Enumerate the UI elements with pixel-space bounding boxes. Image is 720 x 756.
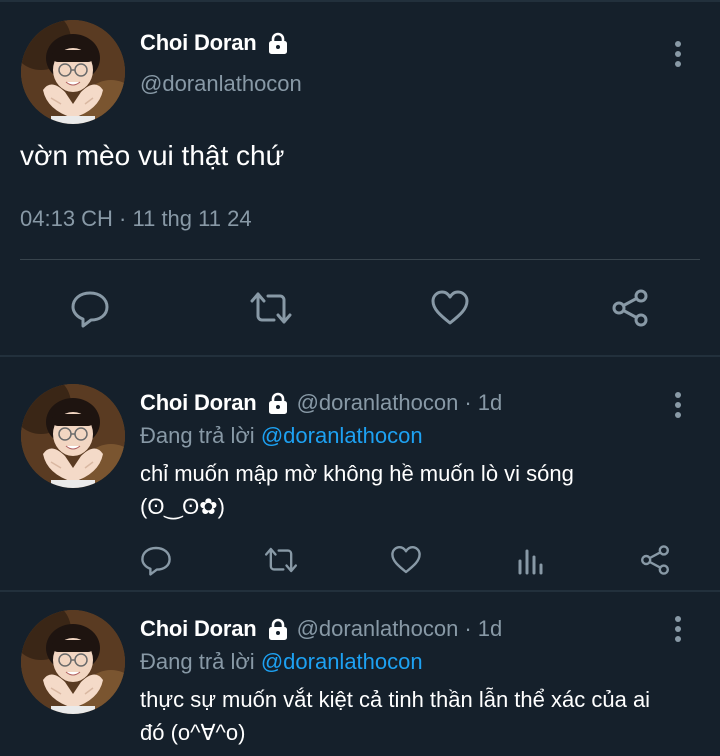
share-icon[interactable]: [610, 288, 650, 328]
lock-icon: [267, 618, 289, 640]
like-icon[interactable]: [430, 288, 470, 328]
replying-to: Đang trả lời @doranlathocon: [140, 649, 423, 675]
main-tweet: Choi Doran @doranlathocon vờn mèo vui th…: [0, 0, 720, 356]
reply-text: chỉ muốn mập mờ không hề muốn lò vi sóng…: [140, 457, 700, 523]
avatar[interactable]: [21, 610, 125, 714]
reply-tweet[interactable]: Choi Doran @doranlathocon · 1d Đang trả …: [0, 357, 720, 590]
replying-prefix: Đang trả lời: [140, 649, 255, 674]
action-bar: [0, 280, 720, 336]
author-handle[interactable]: @doranlathocon: [297, 390, 459, 416]
lock-icon: [267, 392, 289, 414]
reply-text-line: (ʘ‿ʘ✿): [140, 494, 225, 519]
author-name[interactable]: Choi Doran: [140, 30, 257, 56]
retweet-icon[interactable]: [263, 544, 299, 576]
analytics-icon[interactable]: [516, 545, 544, 575]
reply-text-line: đó (o^∀^o): [140, 720, 246, 745]
author-name[interactable]: Choi Doran: [140, 616, 257, 642]
more-options-icon[interactable]: [668, 39, 688, 69]
lock-icon: [267, 32, 289, 54]
reply-icon[interactable]: [140, 544, 172, 576]
reply-text: thực sự muốn vắt kiệt cả tinh thần lẫn t…: [140, 683, 700, 749]
tweet-text: vờn mèo vui thật chứ: [20, 140, 285, 171]
more-options-icon[interactable]: [668, 614, 688, 644]
time-ago: · 1d: [464, 390, 503, 415]
reply-text-line: chỉ muốn mập mờ không hề muốn lò vi sóng: [140, 461, 574, 486]
author-row: Choi Doran @doranlathocon · 1d: [140, 390, 502, 416]
avatar[interactable]: [21, 384, 125, 488]
like-icon[interactable]: [390, 544, 422, 576]
reply-text-line: thực sự muốn vắt kiệt cả tinh thần lẫn t…: [140, 687, 651, 712]
author-row: Choi Doran: [140, 30, 289, 56]
more-options-icon[interactable]: [668, 390, 688, 420]
reply-tweet[interactable]: Choi Doran @doranlathocon · 1d Đang trả …: [0, 592, 720, 756]
replying-prefix: Đang trả lời: [140, 423, 255, 448]
author-name[interactable]: Choi Doran: [140, 390, 257, 416]
author-row: Choi Doran @doranlathocon · 1d: [140, 616, 502, 642]
mention-link[interactable]: @doranlathocon: [261, 649, 423, 674]
avatar[interactable]: [21, 20, 125, 124]
mention-link[interactable]: @doranlathocon: [261, 423, 423, 448]
author-handle[interactable]: @doranlathocon: [140, 71, 302, 97]
retweet-icon[interactable]: [248, 288, 294, 328]
author-handle[interactable]: @doranlathocon: [297, 616, 459, 642]
replying-to: Đang trả lời @doranlathocon: [140, 423, 423, 449]
share-icon[interactable]: [639, 544, 671, 576]
tweet-timestamp[interactable]: 04:13 CH · 11 thg 11 24: [20, 206, 252, 232]
reply-icon[interactable]: [70, 288, 110, 328]
time-ago: · 1d: [464, 616, 503, 641]
divider: [20, 259, 700, 260]
